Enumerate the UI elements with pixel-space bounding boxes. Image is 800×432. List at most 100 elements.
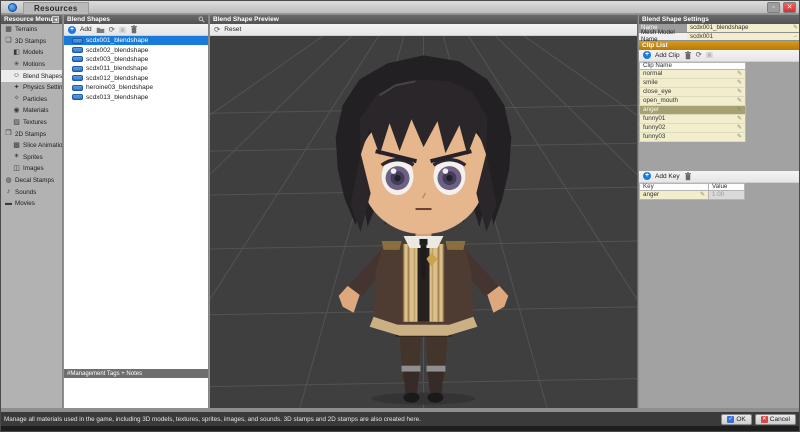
edit-name-icon[interactable]: ✎ (793, 24, 798, 31)
management-tags-label: #Management Tags + Notes (67, 371, 142, 377)
add-icon[interactable]: + (68, 26, 76, 34)
list-item[interactable]: ···scdx002_blendshape (64, 45, 208, 54)
sidebar-item-blend-shapes[interactable]: ☺Blend Shapes (1, 70, 62, 82)
list-item-label: heroine03_blendshape (86, 84, 153, 91)
edit-clip-icon[interactable]: ✎ (737, 106, 742, 113)
sidebar-item-particles[interactable]: ✧Particles (1, 94, 62, 106)
mesh-model-row: Mesh Model Name scdx001 → (639, 33, 800, 42)
clip-row[interactable]: close_eye✎ (639, 88, 746, 97)
delete-icon[interactable] (130, 25, 138, 34)
key-name-cell[interactable]: anger ✎ (639, 191, 709, 200)
sidebar-item-movies[interactable]: ▬Movies (1, 198, 62, 210)
list-item[interactable]: ···scdx013_blendshape (64, 92, 208, 101)
key-value-cell[interactable]: 1.00 (709, 191, 745, 200)
edit-clip-icon[interactable]: ✎ (737, 88, 742, 95)
resource-menu-title: Resource Menu (4, 16, 52, 23)
slice-animation-icon: ▩ (12, 142, 21, 150)
edit-clip-icon[interactable]: ✎ (737, 124, 742, 131)
sidebar-item-motions[interactable]: ✳Motions (1, 59, 62, 71)
sidebar-item-sounds[interactable]: ♪Sounds (1, 186, 62, 198)
list-item[interactable]: ···scdx011_blendshape (64, 64, 208, 73)
sidebar-item-images[interactable]: ◫Images (1, 163, 62, 175)
sidebar-item-label: Textures (23, 119, 47, 126)
clip-list: normal✎smile✎close_eye✎open_mouth✎anger ✎… (639, 70, 800, 142)
clip-row[interactable]: normal✎ (639, 70, 746, 79)
key-row: anger ✎ 1.00 (639, 191, 800, 200)
clip-list-gap (639, 142, 800, 171)
refresh-clip-icon[interactable]: ⟳ (696, 51, 702, 59)
sidebar-item-label: Sounds (15, 189, 36, 196)
sidebar-item-terrains[interactable]: ▦Terrains (1, 24, 62, 36)
sidebar-item-label: Physics Settings (23, 84, 62, 91)
management-tags-header[interactable]: #Management Tags + Notes (64, 369, 208, 378)
apply-icon: ▣ (119, 26, 126, 34)
blend-shapes-title: Blend Shapes (67, 16, 110, 23)
sidebar-item-sprites[interactable]: ✶Sprites (1, 152, 62, 164)
sidebar-item-label: Decal Stamps (15, 177, 54, 184)
sidebar-collapse-icon[interactable]: ◂ (52, 16, 59, 23)
edit-clip-icon[interactable]: ✎ (737, 115, 742, 122)
reset-icon[interactable]: ⟳ (214, 26, 220, 34)
edit-clip-icon[interactable]: ✎ (737, 70, 742, 77)
name-field[interactable]: scdx001_blendshape ✎ (687, 24, 800, 32)
ok-label: OK (736, 416, 745, 423)
clip-row[interactable]: anger ✎ (639, 106, 746, 115)
sidebar-item-decal-stamps[interactable]: ◍Decal Stamps (1, 175, 62, 187)
add-key-icon[interactable]: + (643, 172, 651, 180)
cancel-button[interactable]: ✕ Cancel (755, 414, 796, 425)
clip-row[interactable]: smile✎ (639, 79, 746, 88)
sidebar-item-3d-stamps[interactable]: ❏3D Stamps (1, 36, 62, 48)
clip-name: anger (643, 106, 659, 113)
refresh-icon[interactable]: ⟳ (109, 26, 115, 34)
ok-button[interactable]: ✓ OK (721, 414, 751, 425)
clip-row[interactable]: funny03 ✎ (639, 133, 746, 142)
clip-name: funny03 (643, 133, 665, 140)
clip-toolbar: + Add Clip ⟳ ▣ (639, 50, 800, 62)
sidebar-item-label: Particles (23, 96, 47, 103)
sidebar-item-models[interactable]: ◧Models (1, 47, 62, 59)
list-item[interactable]: ···heroine03_blendshape (64, 83, 208, 92)
sidebar-item-2d-stamps[interactable]: ❐2D Stamps (1, 128, 62, 140)
add-button[interactable]: Add (80, 26, 92, 33)
preview-toolbar: ⟳ Reset (210, 24, 637, 36)
sidebar-item-textures[interactable]: ▨Textures (1, 117, 62, 129)
sidebar-item-materials[interactable]: ◉Materials (1, 105, 62, 117)
list-item[interactable]: ···scdx012_blendshape (64, 74, 208, 83)
list-item[interactable]: ···scdx003_blendshape (64, 55, 208, 64)
edit-clip-icon[interactable]: ✎ (737, 97, 742, 104)
clip-row[interactable]: funny02✎ (639, 124, 746, 133)
list-item-label: scdx001_blendshape (86, 37, 148, 44)
add-clip-icon[interactable]: + (643, 51, 651, 59)
add-clip-button[interactable]: Add Clip (655, 52, 680, 59)
sidebar-item-physics-settings[interactable]: ✦Physics Settings (1, 82, 62, 94)
clip-row[interactable]: funny01✎ (639, 115, 746, 124)
add-key-button[interactable]: Add Key (655, 173, 680, 180)
edit-clip-icon[interactable]: ✎ (737, 133, 742, 140)
status-bar: Manage all materials used in the game, i… (1, 412, 799, 426)
decal-stamps-icon: ◍ (4, 177, 13, 185)
delete-key-icon[interactable] (684, 172, 692, 181)
edit-clip-icon[interactable]: ✎ (737, 79, 742, 86)
search-icon[interactable] (198, 16, 205, 23)
sidebar-item-slice-animation[interactable]: ▩Slice Animation (1, 140, 62, 152)
edit-key-icon[interactable]: ✎ (700, 191, 705, 198)
notes-area[interactable] (64, 378, 208, 408)
key-name-value: anger (643, 191, 659, 198)
mesh-model-field[interactable]: scdx001 → (687, 33, 800, 41)
reset-button[interactable]: Reset (224, 26, 241, 33)
window-close-button[interactable]: ✕ (783, 2, 796, 13)
settings-title: Blend Shape Settings (642, 16, 709, 23)
title-bar[interactable]: Resources ▫ ✕ (1, 1, 799, 14)
terrains-icon: ▦ (4, 26, 13, 34)
apply-clip-icon: ▣ (706, 51, 713, 59)
2d-stamps-icon: ❐ (4, 130, 13, 138)
blendshape-file-icon: ··· (72, 38, 83, 44)
delete-clip-icon[interactable] (684, 51, 692, 60)
clip-row[interactable]: open_mouth✎ (639, 97, 746, 106)
preview-viewport[interactable] (210, 36, 637, 408)
folder-icon[interactable] (96, 26, 105, 34)
window-help-button[interactable]: ▫ (767, 2, 780, 13)
blend-shapes-panel: Blend Shapes + Add ⟳ ▣ ···scdx001_blends… (64, 15, 209, 408)
list-item[interactable]: ···scdx001_blendshape (64, 36, 208, 45)
mesh-link-icon[interactable]: → (792, 33, 798, 39)
